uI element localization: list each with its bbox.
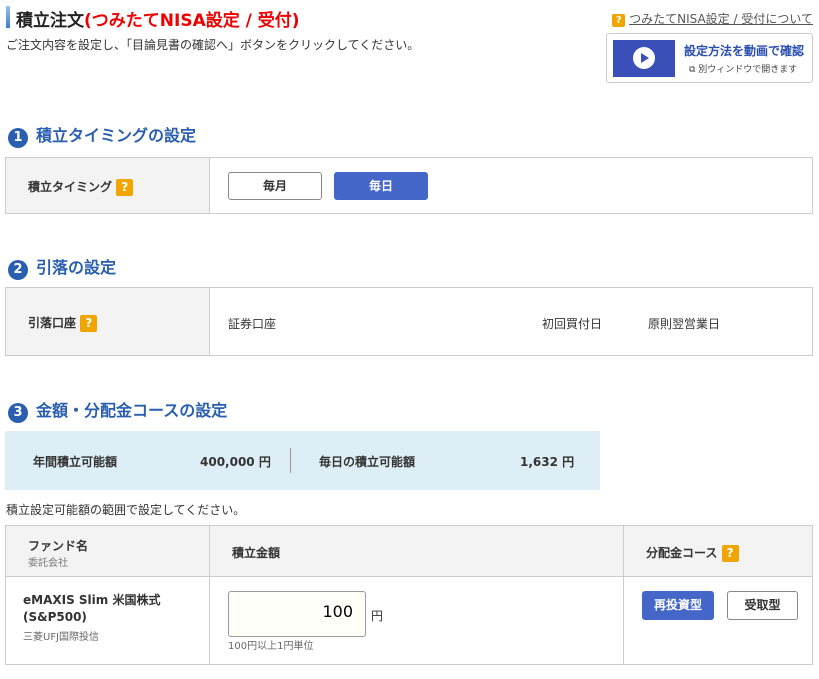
page-title: 積立注文(つみたてNISA設定 / 受付) [16, 11, 300, 31]
help-icon[interactable]: ? [116, 179, 134, 196]
annual-value: 400,000 円 [200, 455, 271, 469]
amount-unit: 円 [371, 609, 384, 623]
help-link[interactable]: ? つみたてNISA設定 / 受付について [612, 10, 813, 27]
amount-input[interactable]: 100 [228, 591, 366, 637]
help-icon[interactable]: ? [80, 315, 98, 332]
timing-label: 積立タイミング ? [28, 178, 134, 196]
debit-row: 引落口座 ? 証券口座 初回買付日 原則翌営業日 [5, 287, 813, 356]
fund-table: ファンド名 委託会社 積立金額 分配金コース ? eMAXIS Slim 米国株… [5, 525, 813, 665]
daily-label: 毎日の積立可能額 [319, 455, 416, 469]
first-purchase-value: 原則翌営業日 [648, 317, 721, 331]
help-icon[interactable]: ? [721, 545, 739, 562]
video-label: 設定方法を動画で確認 [684, 44, 805, 58]
play-icon [613, 40, 675, 77]
col-company: 委託会社 [28, 558, 68, 569]
account-value: 証券口座 [228, 317, 277, 331]
limit-note: 積立設定可能額の範囲で設定してください。 [6, 503, 246, 517]
fund-name: eMAXIS Slim 米国株式 (S&P500) [23, 593, 161, 624]
receive-button[interactable]: 受取型 [727, 591, 798, 620]
amount-hint: 100円以上1円単位 [228, 641, 314, 652]
instruction: ご注文内容を設定し、「目論見書の確認へ」ボタンをクリックしてください。 [6, 38, 420, 52]
annual-label: 年間積立可能額 [33, 455, 118, 469]
help-link-text[interactable]: つみたてNISA設定 / 受付について [629, 12, 813, 26]
col-course: 分配金コース ? [646, 544, 739, 562]
help-icon: ? [612, 14, 626, 27]
section-2-title: 2 引落の設定 [8, 254, 116, 280]
col-fund: ファンド名 [28, 539, 89, 553]
monthly-button[interactable]: 毎月 [228, 172, 322, 200]
title-accent [6, 6, 10, 28]
timing-row: 積立タイミング ? 毎月 毎日 [5, 157, 813, 214]
col-amount: 積立金額 [232, 546, 281, 560]
daily-value: 1,632 円 [520, 455, 575, 469]
section-3-title: 3 金額・分配金コースの設定 [8, 397, 227, 423]
first-purchase-label: 初回買付日 [542, 317, 603, 331]
reinvest-button[interactable]: 再投資型 [642, 591, 714, 620]
section-1-title: 1 積立タイミングの設定 [8, 122, 196, 148]
debit-label: 引落口座 ? [28, 314, 98, 332]
video-sub: ⧉ 別ウィンドウで開きます [689, 65, 798, 75]
fund-company: 三菱UFJ国際投信 [23, 632, 100, 643]
video-button[interactable]: 設定方法を動画で確認 ⧉ 別ウィンドウで開きます [606, 33, 813, 83]
daily-button[interactable]: 毎日 [334, 172, 428, 200]
limit-panel: 年間積立可能額 400,000 円 毎日の積立可能額 1,632 円 [5, 431, 600, 490]
